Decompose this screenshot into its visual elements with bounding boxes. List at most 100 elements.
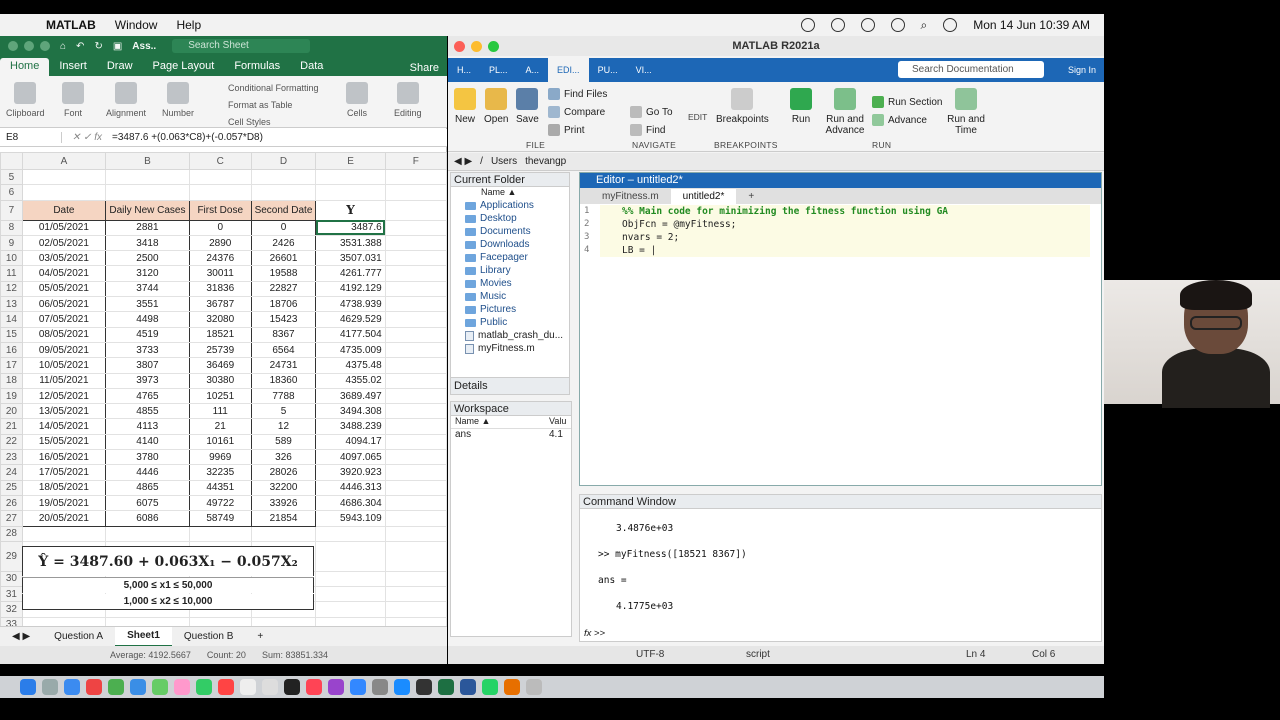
cell-second-dose[interactable]: 2426	[250, 234, 317, 252]
cell-second-dose[interactable]: 26601	[250, 250, 317, 267]
cell-y[interactable]: 4097.065	[315, 449, 386, 466]
sign-in-link[interactable]: Sign In	[1068, 58, 1096, 82]
header-first-dose[interactable]: First Dose	[188, 199, 252, 221]
tab-publish[interactable]: PU...	[589, 58, 627, 82]
tab-home[interactable]: H...	[448, 58, 480, 82]
row-number[interactable]: 20	[0, 403, 23, 420]
row-number[interactable]: 19	[0, 387, 23, 405]
cell-cases[interactable]: 4446	[104, 464, 190, 481]
home-icon[interactable]: ⌂	[60, 41, 66, 52]
ws-value-col[interactable]: Valu	[549, 416, 566, 428]
cell-cases[interactable]: 4140	[104, 433, 190, 451]
cell-first-dose[interactable]: 0	[188, 219, 252, 236]
compare-button[interactable]: Compare	[548, 106, 605, 118]
header-y[interactable]: Y	[315, 199, 386, 221]
notes-icon[interactable]	[240, 679, 256, 695]
search-documentation-input[interactable]: Search Documentation	[898, 61, 1044, 78]
mail-icon[interactable]	[130, 679, 146, 695]
cell-empty[interactable]	[384, 510, 447, 527]
edit-group[interactable]: EDIT	[688, 112, 707, 122]
cell-y[interactable]: 4177.504	[315, 326, 386, 343]
tab-apps[interactable]: A...	[517, 58, 549, 82]
find-button[interactable]: Find	[630, 124, 665, 136]
cell-second-dose[interactable]: 33926	[250, 494, 317, 512]
cell-date[interactable]: 14/05/2021	[21, 418, 106, 435]
editor-tab-myfitness[interactable]: myFitness.m	[590, 189, 671, 204]
advance-button[interactable]: Advance	[872, 114, 927, 126]
cell-first-dose[interactable]: 24376	[188, 250, 252, 267]
cell-second-dose[interactable]: 0	[250, 219, 317, 236]
tab-formulas[interactable]: Formulas	[224, 58, 290, 76]
row-number[interactable]: 16	[0, 341, 23, 359]
cell-empty[interactable]	[384, 280, 447, 298]
folder-item[interactable]: Applications	[451, 199, 569, 212]
cell-date[interactable]: 11/05/2021	[21, 372, 106, 389]
terminal-icon[interactable]	[416, 679, 432, 695]
conditional-formatting-button[interactable]: Conditional Formatting	[228, 80, 319, 97]
folder-item[interactable]: Facepager	[451, 251, 569, 264]
details-panel[interactable]: Details	[450, 377, 570, 395]
code-line[interactable]: ObjFcn = @myFitness;	[622, 219, 736, 230]
cell-y[interactable]: 4738.939	[315, 296, 386, 313]
file-item[interactable]: myFitness.m	[451, 342, 569, 355]
cell-date[interactable]: 04/05/2021	[21, 265, 106, 282]
cell-second-dose[interactable]: 8367	[250, 326, 317, 343]
cell-first-dose[interactable]: 30011	[188, 265, 252, 282]
cell-y[interactable]: 4629.529	[315, 311, 386, 328]
safari-icon[interactable]	[64, 679, 80, 695]
row-number[interactable]: 25	[0, 479, 23, 496]
cell-cases[interactable]: 3120	[104, 265, 190, 282]
cell-y[interactable]: 4375.48	[315, 357, 386, 374]
format-as-table-button[interactable]: Format as Table	[228, 97, 319, 114]
col-header[interactable]: F	[384, 152, 447, 170]
cell-empty[interactable]	[384, 219, 447, 236]
cell-cases[interactable]: 3780	[104, 449, 190, 466]
cell-y[interactable]: 4735.009	[315, 341, 386, 359]
cell-first-dose[interactable]: 25739	[188, 341, 252, 359]
cell-first-dose[interactable]: 32080	[188, 311, 252, 328]
workspace-row[interactable]: ans 4.1	[451, 429, 571, 442]
cell-empty[interactable]	[384, 250, 447, 267]
cell-second-dose[interactable]: 32200	[250, 479, 317, 496]
share-button[interactable]: Share	[410, 60, 439, 76]
cell-first-dose[interactable]: 36787	[188, 296, 252, 313]
col-header[interactable]: C	[188, 152, 252, 170]
run-time-button[interactable]: Run and Time	[944, 88, 988, 136]
cell-cases[interactable]: 4498	[104, 311, 190, 328]
cell-date[interactable]: 16/05/2021	[21, 449, 106, 466]
reminders-icon[interactable]	[262, 679, 278, 695]
cell-y[interactable]: 3488.239	[315, 418, 386, 435]
cells-group[interactable]: Cells	[346, 80, 368, 118]
print-button[interactable]: Print	[548, 124, 585, 136]
cell-first-dose[interactable]: 31836	[188, 280, 252, 298]
cell-date[interactable]: 20/05/2021	[21, 510, 106, 527]
redo-icon[interactable]: ↻	[94, 41, 102, 52]
code-line[interactable]: nvars = 2;	[622, 232, 679, 243]
cell-first-dose[interactable]: 58749	[188, 510, 252, 527]
sync-icon[interactable]	[830, 18, 845, 32]
tab-draw[interactable]: Draw	[97, 58, 143, 76]
cell-empty[interactable]	[384, 403, 447, 420]
tab-plots[interactable]: PL...	[480, 58, 517, 82]
row-number[interactable]: 9	[0, 234, 23, 252]
cell-date[interactable]: 18/05/2021	[21, 479, 106, 496]
folder-item[interactable]: Movies	[451, 277, 569, 290]
tab-page-layout[interactable]: Page Layout	[143, 58, 225, 76]
back-icon[interactable]: ◀ ▶	[454, 156, 472, 167]
control-center-icon[interactable]	[890, 18, 905, 32]
cell-empty[interactable]	[384, 326, 447, 343]
cell-second-dose[interactable]: 7788	[250, 387, 317, 405]
cell-date[interactable]: 05/05/2021	[21, 280, 106, 298]
trash-icon[interactable]	[526, 679, 542, 695]
cell-date[interactable]: 01/05/2021	[21, 219, 106, 236]
search-sheet-input[interactable]: Search Sheet	[172, 39, 311, 53]
cell-empty[interactable]	[384, 234, 447, 252]
cell-first-dose[interactable]: 49722	[188, 494, 252, 512]
cell-empty[interactable]	[384, 494, 447, 512]
code-area[interactable]: 1 %% Main code for minimizing the fitness…	[580, 204, 1101, 484]
calendar-icon[interactable]	[218, 679, 234, 695]
row-number[interactable]: 18	[0, 372, 23, 389]
cell-empty[interactable]	[384, 296, 447, 313]
cell-empty[interactable]	[384, 265, 447, 282]
finder-icon[interactable]	[20, 679, 36, 695]
